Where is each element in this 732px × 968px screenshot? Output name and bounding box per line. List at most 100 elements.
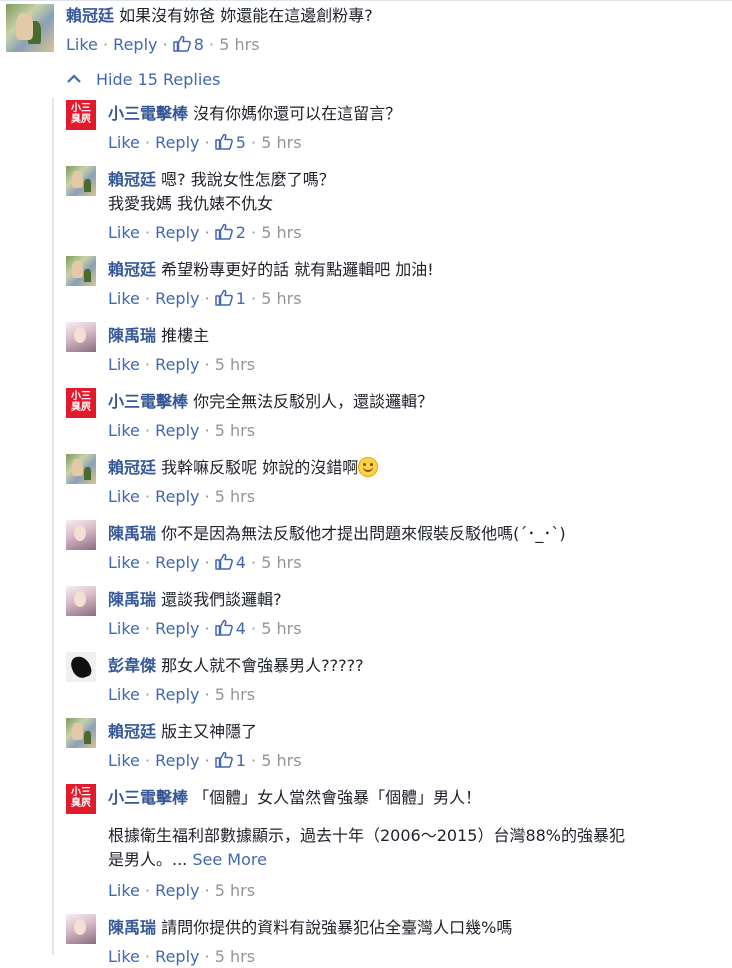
reply-author[interactable]: 賴冠廷 (108, 170, 156, 189)
reply-avatar[interactable] (66, 454, 96, 484)
timestamp[interactable]: 5 hrs (261, 223, 301, 242)
comment-actions: Like · Reply · 8 · 5 hrs (66, 35, 260, 54)
thumbs-up-icon[interactable] (215, 553, 233, 570)
reply-text: 請問你提供的資料有說強暴犯佔全臺灣人口幾%嗎 (161, 918, 513, 937)
reply-text: 沒有你媽你還可以在這留言？ (193, 104, 402, 123)
like-count[interactable]: 1 (236, 751, 246, 770)
like-link[interactable]: Like (108, 487, 140, 506)
timestamp[interactable]: 5 hrs (215, 355, 255, 374)
reply-avatar[interactable] (66, 586, 96, 616)
timestamp[interactable]: 5 hrs (261, 751, 301, 770)
thumbs-up-icon[interactable] (215, 133, 233, 150)
like-link[interactable]: Like (108, 223, 140, 242)
replies-thread-line (52, 98, 54, 955)
thumbs-up-icon[interactable] (215, 289, 233, 306)
reply-author[interactable]: 賴冠廷 (108, 260, 156, 279)
reply-avatar[interactable] (66, 520, 96, 550)
hide-replies-toggle[interactable]: Hide 15 Replies (66, 68, 220, 92)
chevron-up-icon (67, 74, 81, 83)
reply-avatar[interactable] (66, 166, 96, 196)
reply-link[interactable]: Reply (155, 355, 199, 374)
reply-author[interactable]: 小三電擊棒 (108, 788, 188, 807)
hide-replies-label[interactable]: Hide 15 Replies (96, 70, 220, 89)
reply-avatar[interactable]: 小三臭屄 (66, 388, 96, 418)
comment-text: 如果沒有妳爸 妳還能在這邊創粉專? (119, 6, 373, 25)
see-more-link[interactable]: See More (192, 850, 267, 869)
reply-body: 小三電擊棒 「個體」女人當然會強暴「個體」男人！ (108, 786, 481, 810)
like-link[interactable]: Like (108, 553, 140, 572)
reply-actions: Like · Reply · 5 hrs (108, 947, 256, 966)
reply-avatar[interactable] (66, 652, 96, 682)
avatar[interactable] (6, 4, 54, 52)
timestamp[interactable]: 5 hrs (215, 487, 255, 506)
reply-link[interactable]: Reply (155, 289, 199, 308)
reply-link[interactable]: Reply (155, 553, 199, 572)
timestamp[interactable]: 5 hrs (219, 35, 259, 54)
reply-author[interactable]: 陳禹瑞 (108, 918, 156, 937)
like-count[interactable]: 4 (236, 553, 246, 572)
reply-avatar[interactable] (66, 322, 96, 352)
reply-author[interactable]: 陳禹瑞 (108, 524, 156, 543)
like-link[interactable]: Like (108, 421, 140, 440)
reply-link[interactable]: Reply (155, 487, 199, 506)
timestamp[interactable]: 5 hrs (261, 289, 301, 308)
like-count[interactable]: 5 (236, 133, 246, 152)
reply-author[interactable]: 彭韋傑 (108, 656, 156, 675)
reply-body: 賴冠廷 希望粉專更好的話 就有點邏輯吧 加油! (108, 258, 434, 282)
timestamp[interactable]: 5 hrs (215, 947, 255, 966)
thumbs-up-icon[interactable] (215, 751, 233, 768)
reply-author[interactable]: 小三電擊棒 (108, 392, 188, 411)
reply-link[interactable]: Reply (155, 751, 199, 770)
like-count[interactable]: 8 (194, 35, 204, 54)
like-count[interactable]: 4 (236, 619, 246, 638)
reply-avatar[interactable] (66, 256, 96, 286)
like-link[interactable]: Like (108, 685, 140, 704)
reply-actions: Like · Reply · 5 hrs (108, 685, 256, 704)
reply-author[interactable]: 陳禹瑞 (108, 326, 156, 345)
reply-body: 小三電擊棒 你完全無法反駁別人，還談邏輯？ (108, 390, 433, 414)
like-link[interactable]: Like (108, 881, 140, 900)
thumbs-up-icon[interactable] (215, 223, 233, 240)
thumbs-up-icon[interactable] (215, 619, 233, 636)
like-link[interactable]: Like (108, 751, 140, 770)
like-link[interactable]: Like (108, 619, 140, 638)
like-count[interactable]: 1 (236, 289, 246, 308)
reply-text: 還談我們談邏輯? (161, 590, 282, 609)
reply-link[interactable]: Reply (155, 685, 199, 704)
reply-author[interactable]: 賴冠廷 (108, 458, 156, 477)
reply-body: 陳禹瑞 請問你提供的資料有說強暴犯佔全臺灣人口幾%嗎 (108, 916, 512, 940)
reply-link[interactable]: Reply (113, 35, 157, 54)
reply-avatar[interactable] (66, 914, 96, 944)
reply-body: 小三電擊棒 沒有你媽你還可以在這留言？ (108, 102, 401, 126)
thumbs-up-icon[interactable] (173, 35, 191, 52)
timestamp[interactable]: 5 hrs (261, 619, 301, 638)
reply-actions: Like · Reply · 1 · 5 hrs (108, 289, 302, 308)
reply-author[interactable]: 陳禹瑞 (108, 590, 156, 609)
reply-body: 賴冠廷 嗯? 我說女性怎麼了嗎？ (108, 168, 335, 192)
comment-author[interactable]: 賴冠廷 (66, 6, 114, 25)
reply-link[interactable]: Reply (155, 947, 199, 966)
reply-body: 陳禹瑞 你不是因為無法反駁他才提出問題來假裝反駁他嗎(´･_･`) (108, 522, 566, 546)
reply-link[interactable]: Reply (155, 133, 199, 152)
reply-text: 我幹嘛反駁呢 妳說的沒錯啊 (161, 458, 359, 477)
like-link[interactable]: Like (108, 133, 140, 152)
like-link[interactable]: Like (108, 355, 140, 374)
reply-author[interactable]: 小三電擊棒 (108, 104, 188, 123)
reply-link[interactable]: Reply (155, 881, 199, 900)
reply-avatar[interactable] (66, 718, 96, 748)
like-link[interactable]: Like (108, 289, 140, 308)
timestamp[interactable]: 5 hrs (215, 881, 255, 900)
like-link[interactable]: Like (66, 35, 98, 54)
reply-avatar[interactable]: 小三臭屄 (66, 100, 96, 130)
timestamp[interactable]: 5 hrs (215, 421, 255, 440)
timestamp[interactable]: 5 hrs (261, 133, 301, 152)
reply-link[interactable]: Reply (155, 421, 199, 440)
reply-link[interactable]: Reply (155, 223, 199, 242)
timestamp[interactable]: 5 hrs (215, 685, 255, 704)
reply-avatar[interactable]: 小三臭屄 (66, 784, 96, 814)
like-count[interactable]: 2 (236, 223, 246, 242)
timestamp[interactable]: 5 hrs (261, 553, 301, 572)
like-link[interactable]: Like (108, 947, 140, 966)
reply-link[interactable]: Reply (155, 619, 199, 638)
reply-author[interactable]: 賴冠廷 (108, 722, 156, 741)
